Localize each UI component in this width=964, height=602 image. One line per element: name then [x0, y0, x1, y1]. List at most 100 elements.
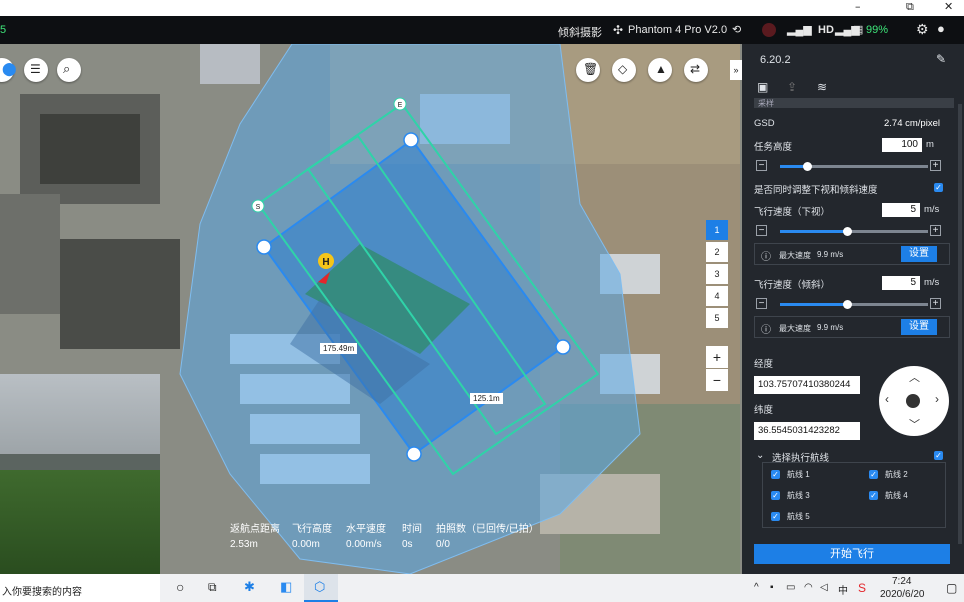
chevron-down-icon[interactable]: ⌄ [756, 450, 764, 461]
speed-down-input[interactable]: 5 [882, 203, 920, 217]
zoom-out-button[interactable]: − [706, 369, 728, 391]
simul-speed-checkbox[interactable]: ✓ [934, 183, 943, 192]
aircraft-locate-button[interactable]: ▲ [648, 58, 672, 82]
route-tab-4[interactable]: 4 [706, 286, 728, 306]
altitude-input[interactable]: 100 [882, 138, 922, 152]
max-speed-value: 9.9 m/s [817, 323, 844, 332]
battery-tray-icon[interactable]: ▭ [786, 582, 795, 593]
drone-icon: ✣ [613, 23, 624, 37]
route-label-4: 航线 4 [885, 491, 908, 500]
save-icon[interactable]: ▣ [757, 80, 768, 94]
volume-icon[interactable]: ◁ [820, 582, 828, 593]
gsd-value: 2.74 cm/pixel [884, 118, 940, 129]
start-flight-button[interactable]: 开始飞行 [754, 544, 950, 564]
collapse-panel-button[interactable]: » [730, 60, 742, 80]
remote-signal-icon: ▂▄▆ [787, 24, 812, 36]
route-checkbox-4[interactable]: ✓ [869, 491, 878, 500]
minimize-button[interactable]: – [855, 0, 861, 13]
speed-down-slider[interactable] [780, 227, 928, 236]
status-bar: 5 倾斜摄影 ✣ Phantom 4 Pro V2.0 ⟲ ▂▄▆ HD ▂▄▆… [0, 16, 964, 44]
chevron-right-icon[interactable]: › [935, 392, 939, 406]
longitude-input[interactable]: 103.75707410380244 [754, 376, 860, 394]
clock-time[interactable]: 7:24 [892, 576, 911, 587]
app-icon[interactable]: ◧ [280, 579, 292, 595]
route-swap-button[interactable]: ⇄ [684, 58, 708, 82]
max-speed-label: 最大速度 [779, 251, 811, 260]
wifi-icon[interactable]: ◠ [804, 582, 813, 593]
telemetry-value: 2.53m [230, 539, 258, 550]
arrow-icon: ▲ [655, 62, 667, 76]
restore-button[interactable]: ⧉ [906, 0, 914, 14]
user-icon[interactable]: ● [937, 21, 945, 36]
speed-tilt-increase-button[interactable]: + [930, 298, 941, 309]
eraser-button[interactable]: ◇ [612, 58, 636, 82]
route-tab-5[interactable]: 5 [706, 308, 728, 328]
route-tab-1[interactable]: 1 [706, 220, 728, 240]
chevron-up-icon[interactable]: ︿ [909, 369, 920, 385]
close-button[interactable]: ✕ [944, 0, 953, 13]
map-view[interactable]: E S H 175.49m 125.1m ⬤ ☰ ⌕ 🗑 ◇ ▲ ⇄ » 1 2… [0, 44, 742, 574]
speed-tilt-slider-knob[interactable] [842, 300, 852, 309]
list-button[interactable]: ☰ [24, 58, 48, 82]
chevron-right-icon: » [733, 65, 739, 75]
network-icon[interactable]: ▪ [770, 582, 774, 593]
hd-label: HD [818, 24, 834, 36]
chevron-up-icon[interactable]: ^ [754, 582, 759, 593]
search-button[interactable]: ⌕ [57, 58, 81, 82]
altitude-slider[interactable] [780, 162, 928, 171]
export-icon[interactable]: ⇪ [787, 80, 797, 94]
telemetry-header: 拍照数（已回传/已拍） [436, 524, 539, 535]
speed-tilt-decrease-button[interactable]: − [756, 298, 767, 309]
layers-icon[interactable]: ≋ [817, 80, 827, 94]
route-checkbox-1[interactable]: ✓ [771, 470, 780, 479]
clock-date[interactable]: 2020/6/20 [880, 589, 925, 600]
notification-icon[interactable]: ▢ [946, 581, 957, 595]
active-app-button[interactable]: ⬡ [304, 574, 338, 602]
gear-icon[interactable]: ⚙ [916, 21, 929, 38]
route-tab-3[interactable]: 3 [706, 264, 728, 284]
info-icon: ⓘ [761, 325, 771, 336]
delete-button[interactable]: 🗑 [576, 58, 600, 82]
battery-level: 99% [866, 24, 889, 36]
chevron-down-icon[interactable]: ﹀ [909, 416, 920, 432]
route-tab-2[interactable]: 2 [706, 242, 728, 262]
panel-scrollbar[interactable] [958, 104, 962, 544]
set-speed-button[interactable]: 设置 [901, 319, 937, 335]
zoom-in-button[interactable]: + [706, 346, 728, 368]
center-dot-icon[interactable] [906, 394, 920, 408]
cortana-icon[interactable]: ○ [176, 579, 184, 595]
camera-preview[interactable] [0, 374, 160, 574]
speed-down-slider-fill [780, 230, 847, 233]
route-checkbox-5[interactable]: ✓ [771, 512, 780, 521]
home-point-label: H [322, 257, 329, 268]
taskbar-search-box[interactable]: 入你要搜索的内容 [0, 574, 160, 602]
latitude-label: 纬度 [754, 405, 774, 416]
set-speed-button[interactable]: 设置 [901, 246, 937, 262]
speed-tilt-slider[interactable] [780, 300, 928, 309]
ime-icon[interactable]: 中 [838, 582, 848, 597]
chevron-left-icon[interactable]: ‹ [885, 392, 889, 406]
speed-down-decrease-button[interactable]: − [756, 225, 767, 236]
speed-tilt-input[interactable]: 5 [882, 276, 920, 290]
version-label: 6.20.2 [760, 54, 791, 66]
altitude-slider-knob[interactable] [802, 162, 812, 171]
route-checkbox-3[interactable]: ✓ [771, 491, 780, 500]
bluetooth-icon[interactable]: ✱ [244, 579, 255, 595]
edit-icon[interactable]: ✎ [936, 52, 946, 66]
altitude-decrease-button[interactable]: − [756, 160, 767, 171]
task-view-icon[interactable]: ⧉ [208, 580, 217, 595]
direction-pad[interactable]: ︿ ﹀ ‹ › [879, 366, 949, 436]
max-speed-row: ⓘ 最大速度 9.9 m/s 设置 [754, 316, 950, 338]
route-list: ✓ 航线 1 ✓ 航线 2 ✓ 航线 3 ✓ 航线 4 ✓ 航线 5 [762, 462, 946, 528]
select-all-routes-checkbox[interactable]: ✓ [934, 451, 943, 460]
speed-down-slider-knob[interactable] [842, 227, 852, 236]
route-checkbox-2[interactable]: ✓ [869, 470, 878, 479]
vertex-handle [403, 132, 419, 148]
camera-field [0, 470, 160, 574]
latitude-input[interactable]: 36.5545031423282 [754, 422, 860, 440]
mission-panel: 6.20.2 ✎ ▣ ⇪ ≋ 采样 GSD 2.74 cm/pixel 任务高度… [742, 44, 964, 574]
speed-down-increase-button[interactable]: + [930, 225, 941, 236]
altitude-increase-button[interactable]: + [930, 160, 941, 171]
max-speed-row: ⓘ 最大速度 9.9 m/s 设置 [754, 243, 950, 265]
security-icon[interactable]: S [858, 581, 866, 595]
